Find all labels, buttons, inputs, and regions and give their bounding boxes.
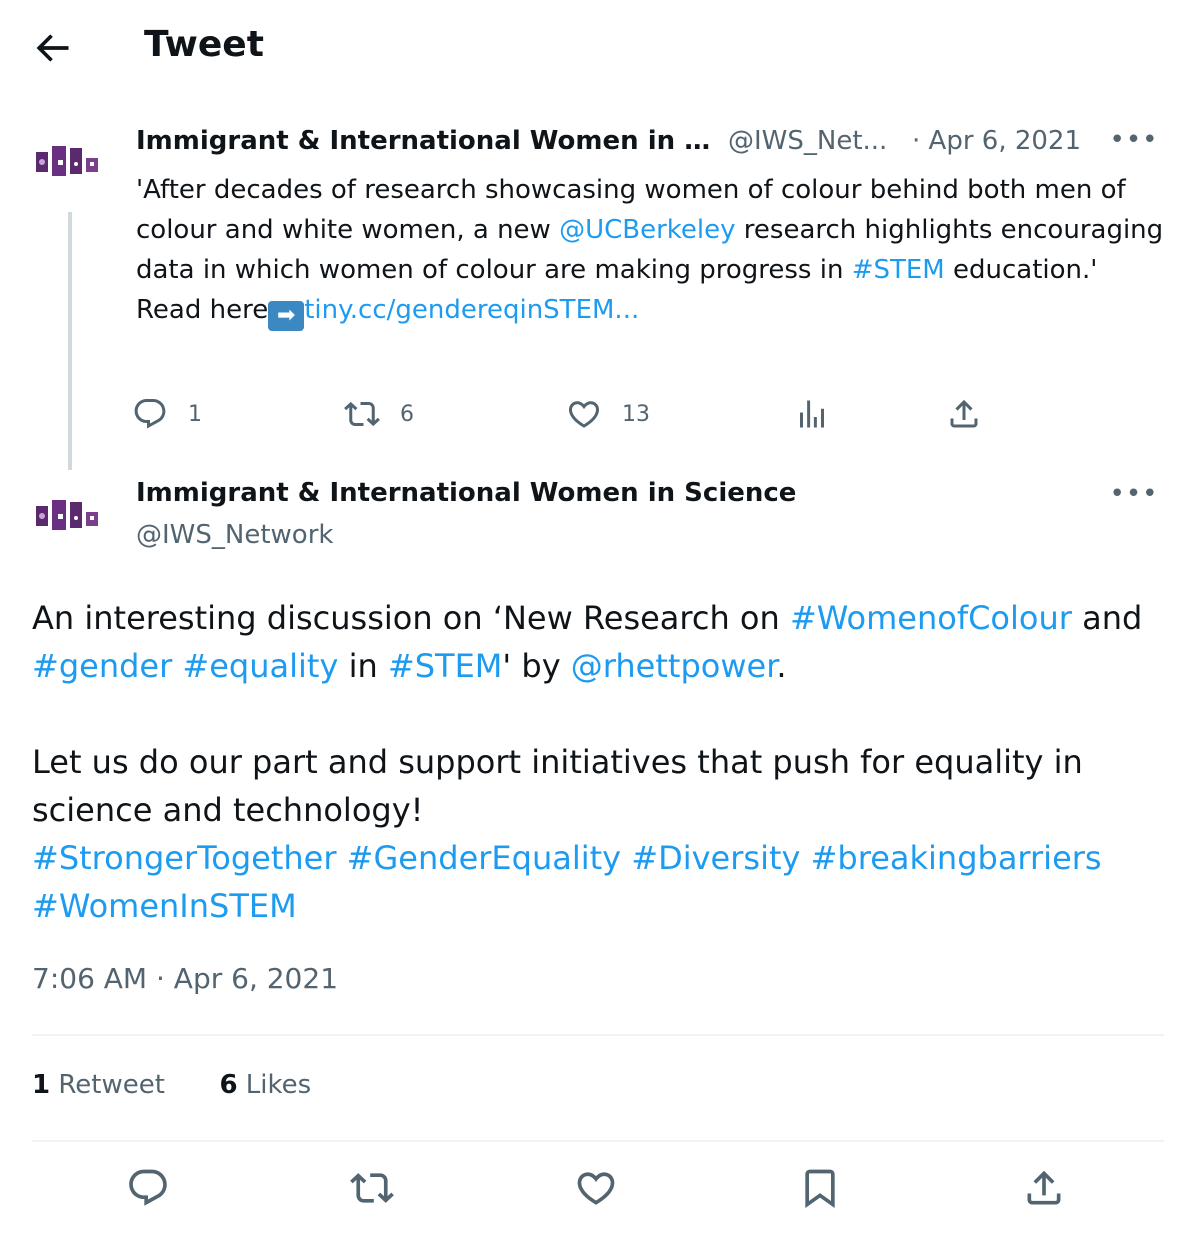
quoted-actions: 1 6 13 [132, 392, 1012, 436]
text-segment: ' by [502, 647, 571, 685]
likes-count: 6 [219, 1070, 238, 1100]
share-icon [950, 399, 978, 428]
hashtag-link[interactable]: #Diversity [631, 839, 800, 877]
text-segment: and [1071, 599, 1143, 637]
bookmark-icon [805, 1169, 835, 1209]
text-segment: Read here [136, 295, 269, 325]
retweet-count: 6 [400, 401, 414, 427]
arrow-left-icon [36, 34, 69, 62]
share-action[interactable] [946, 392, 982, 436]
hashtag-link[interactable]: #STEM [388, 647, 503, 685]
hashtag-link[interactable]: #GenderEquality [347, 839, 621, 877]
quoted-date[interactable]: · Apr 6, 2021 [912, 126, 1081, 156]
retweet-icon [344, 401, 380, 427]
action-bar [0, 1160, 1196, 1222]
tweet-text: An interesting discussion on ‘New Resear… [32, 594, 1162, 930]
text-segment: . [776, 647, 787, 685]
quoted-author-name[interactable]: Immigrant & International Women in S... [136, 126, 718, 156]
page-title: Tweet [144, 24, 264, 65]
views-action[interactable] [794, 392, 830, 436]
quoted-text: 'After decades of research showcasing wo… [136, 170, 1166, 331]
hashtag-link[interactable]: #StrongerTogether [32, 839, 337, 877]
text-segment [172, 647, 182, 685]
mention-link[interactable]: @rhettpower [571, 647, 777, 685]
hashtag-link[interactable]: #breakingbarriers [811, 839, 1102, 877]
arrow-right-emoji-icon: ➡ [268, 301, 305, 331]
quoted-author-handle[interactable]: @IWS_Net... [728, 126, 900, 156]
quoted-header: Immigrant & International Women in S... … [136, 126, 1166, 166]
analytics-icon [800, 400, 824, 428]
mention-link[interactable]: @UCBerkeley [559, 215, 735, 245]
more-icon[interactable]: ••• [1108, 127, 1160, 160]
hashtag-link[interactable]: #equality [182, 647, 338, 685]
hashtag-link[interactable]: #WomenInSTEM [32, 887, 297, 925]
text-segment: An interesting discussion on ‘New Resear… [32, 599, 790, 637]
hashtag-link[interactable]: #STEM [852, 255, 945, 285]
tweet-stats: 1 Retweet 6 Likes [32, 1070, 311, 1100]
reply-icon [129, 1169, 167, 1206]
hashtag-link[interactable]: #WomenofColour [790, 599, 1072, 637]
author-handle[interactable]: @IWS_Network [136, 520, 333, 550]
header: Tweet [0, 0, 1196, 96]
retweet-action[interactable]: 6 [344, 392, 414, 436]
back-button[interactable] [30, 26, 74, 70]
reply-count: 1 [188, 401, 202, 427]
divider [32, 1034, 1164, 1036]
likes-stat[interactable]: 6 Likes [219, 1070, 311, 1100]
share-button[interactable] [1022, 1166, 1066, 1210]
share-icon [1027, 1170, 1061, 1205]
retweet-count: 1 [32, 1070, 51, 1100]
tweet-timestamp[interactable]: 7:06 AM · Apr 6, 2021 [32, 962, 338, 995]
retweet-icon [350, 1173, 394, 1203]
reply-icon [134, 399, 166, 429]
avatar[interactable] [32, 474, 108, 550]
thread-line [68, 212, 72, 470]
hashtag-link[interactable]: #gender [32, 647, 172, 685]
like-button[interactable] [574, 1166, 618, 1210]
heart-icon [568, 401, 600, 428]
text-segment: Let us do our part and support initiativ… [32, 743, 1083, 829]
url-link[interactable]: tiny.cc/gendereqinSTEM... [304, 295, 639, 325]
heart-icon [577, 1172, 615, 1205]
iws-logo-icon [36, 500, 98, 530]
avatar[interactable] [32, 120, 108, 196]
text-segment: education.' [944, 255, 1098, 285]
iws-logo-icon [36, 146, 98, 176]
retweet-button[interactable] [350, 1166, 394, 1210]
retweets-stat[interactable]: 1 Retweet [32, 1070, 165, 1100]
text-segment: in [338, 647, 388, 685]
bookmark-button[interactable] [798, 1166, 842, 1210]
retweet-label: Retweet [50, 1070, 165, 1100]
author-name[interactable]: Immigrant & International Women in Scien… [136, 478, 796, 508]
reply-button[interactable] [126, 1166, 170, 1210]
more-icon[interactable]: ••• [1108, 481, 1160, 514]
like-count: 13 [622, 401, 650, 427]
likes-label: Likes [237, 1070, 312, 1100]
like-action[interactable]: 13 [566, 392, 650, 436]
reply-action[interactable]: 1 [132, 392, 202, 436]
divider [32, 1140, 1164, 1142]
